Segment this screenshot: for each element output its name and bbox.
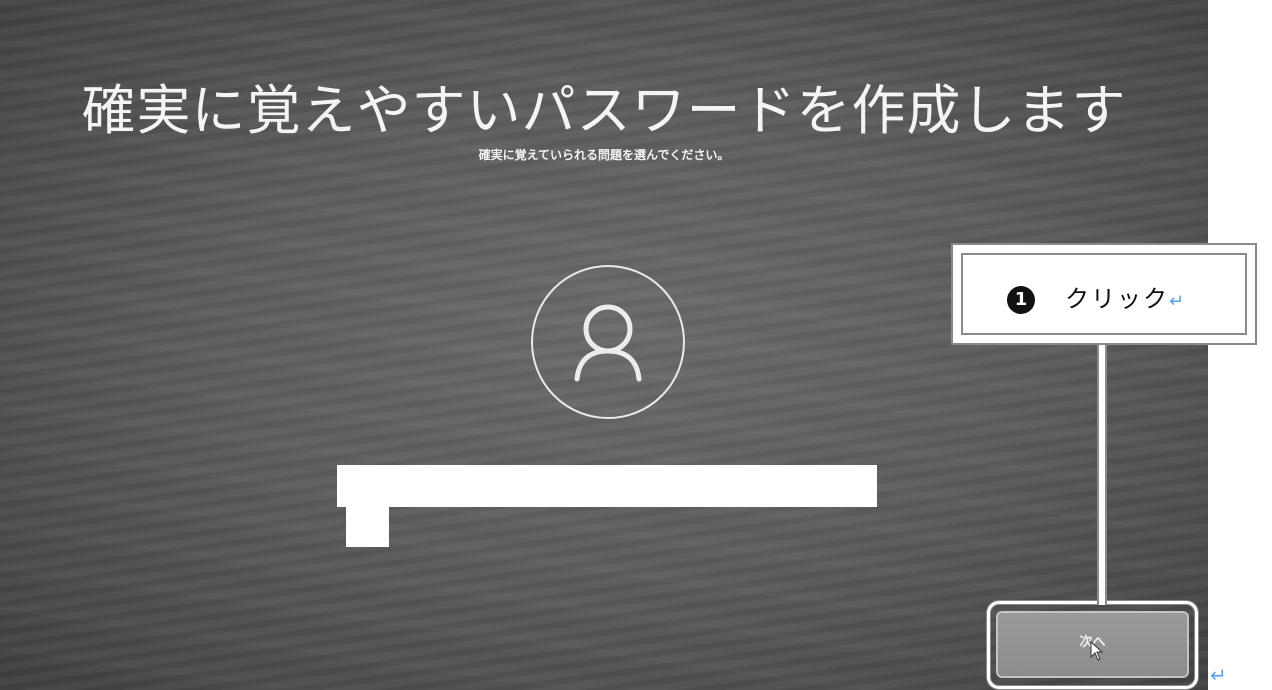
page-title: 確実に覚えやすいパスワードを作成します	[81, 79, 1127, 142]
security-question-field[interactable]	[337, 465, 877, 507]
callout-text: クリック	[1065, 285, 1169, 313]
return-mark-icon: ↵	[1169, 291, 1187, 312]
callout-box: 1 クリック↵	[951, 243, 1257, 345]
paragraph-return-mark-icon: ↵	[1210, 663, 1227, 687]
callout-inner-frame: 1 クリック↵	[961, 253, 1247, 335]
step-number-badge: 1	[1007, 286, 1035, 314]
setup-screen-photo: 確実に覚えやすいパスワードを作成します 確実に覚えていられる問題を選んでください…	[0, 0, 1208, 690]
callout-label: 1 クリック↵	[1007, 279, 1186, 314]
user-icon	[574, 304, 642, 382]
page-subtitle: 確実に覚えていられる問題を選んでください。	[478, 148, 730, 162]
avatar	[531, 265, 685, 419]
field-dropdown-tab[interactable]	[346, 505, 389, 547]
document-figure: 確実に覚えやすいパスワードを作成します 確実に覚えていられる問題を選んでください…	[0, 0, 1272, 690]
mouse-cursor-icon	[1090, 641, 1104, 661]
callout-connector	[1097, 343, 1107, 605]
